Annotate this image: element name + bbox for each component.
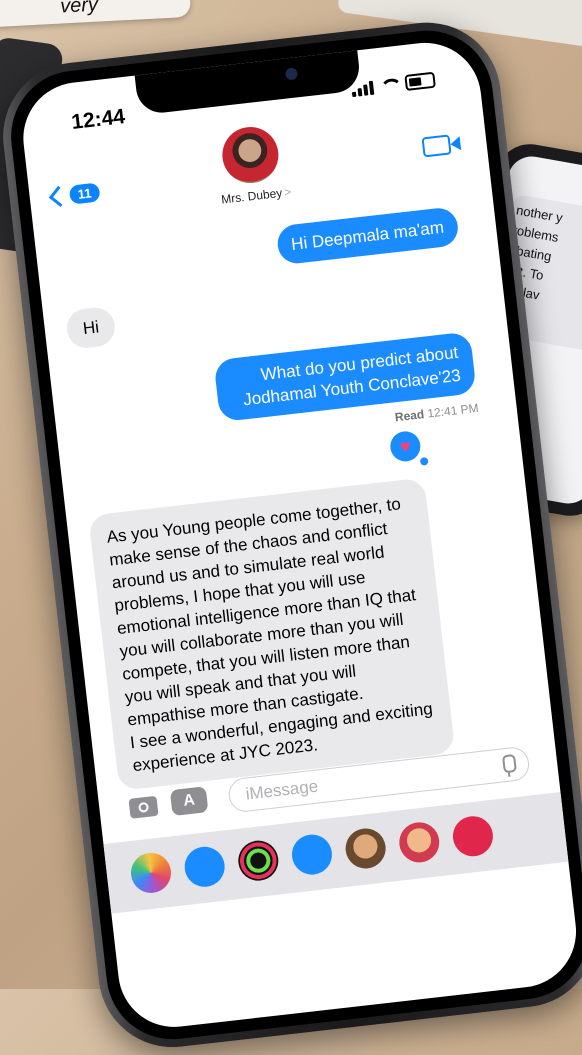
search-images-icon[interactable] [450, 814, 496, 859]
read-receipt: Read 12:41 PM [394, 401, 479, 424]
wifi-icon [380, 78, 399, 94]
message-bubble-incoming[interactable]: As you Young people come together, to ma… [88, 477, 456, 791]
battery-icon [404, 71, 436, 92]
chevron-right-icon: > [283, 184, 292, 200]
activity-rings-icon[interactable] [236, 838, 281, 883]
message-bubble-outgoing[interactable]: Hi Deepmala ma'am [275, 206, 460, 266]
chevron-left-icon [48, 185, 70, 207]
background-card-text: very [59, 0, 99, 18]
microphone-icon[interactable] [501, 753, 517, 774]
message-input-placeholder: iMessage [244, 776, 320, 804]
audio-message-icon[interactable] [289, 832, 335, 877]
memoji-stickers-icon[interactable] [397, 820, 442, 865]
status-icons [351, 71, 436, 98]
status-time: 12:44 [70, 105, 127, 135]
iphone: 12:44 11 Mrs. Dubey> Hi Deepmala ma'am H… [0, 14, 582, 1055]
memoji-icon[interactable] [343, 826, 388, 871]
app-store-button[interactable]: A [169, 786, 209, 817]
contact-name[interactable]: Mrs. Dubey> [220, 185, 292, 207]
front-camera [284, 67, 299, 81]
contact-name-label: Mrs. Dubey [220, 185, 283, 207]
contact-avatar[interactable] [219, 124, 282, 187]
read-receipt-time: 12:41 PM [426, 400, 480, 421]
unread-count-badge: 11 [68, 182, 101, 205]
cellular-signal-icon [351, 80, 375, 98]
back-button[interactable]: 11 [48, 182, 101, 207]
camera-icon[interactable] [128, 795, 159, 819]
read-receipt-label: Read [394, 407, 425, 425]
video-call-icon[interactable] [421, 134, 452, 158]
app-store-icon[interactable] [182, 844, 227, 889]
photos-icon[interactable] [128, 850, 174, 896]
heart-tapback-icon[interactable]: ♥ [388, 429, 422, 463]
background-card: very [0, 0, 191, 28]
message-bubble-incoming[interactable]: Hi [64, 305, 118, 350]
